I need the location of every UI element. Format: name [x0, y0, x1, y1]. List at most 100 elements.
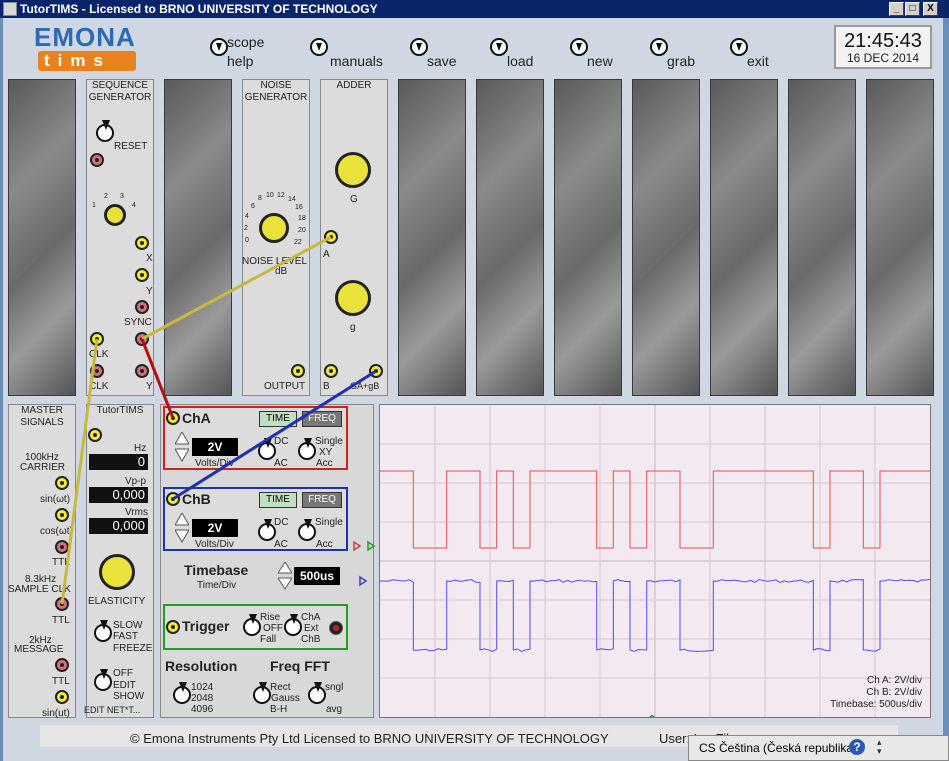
carrier-ttl-label: TTL: [52, 557, 70, 568]
cha-time-tab[interactable]: TIME: [259, 411, 297, 427]
trigger-fall-label: Fall: [260, 634, 277, 645]
langbar-options-icon[interactable]: ▴ ▾: [877, 738, 885, 756]
sequence-length-knob[interactable]: [104, 204, 126, 226]
maximize-button[interactable]: □: [905, 2, 920, 16]
noise-dial-14: 14: [288, 196, 296, 203]
cha-freq-tab[interactable]: FREQ: [302, 411, 342, 427]
fft-label: Freq FFT: [270, 658, 330, 674]
message-sin-socket[interactable]: [55, 690, 69, 704]
fft-gauss-label: Gauss: [271, 693, 300, 704]
carrier-cos-socket[interactable]: [55, 508, 69, 522]
editnet-label: EDIT NET*T...: [84, 705, 141, 715]
seq-sync-socket[interactable]: [135, 332, 149, 346]
timebase-updown-icon[interactable]: [278, 562, 292, 590]
noise-dial-10: 10: [266, 192, 274, 199]
cha-voltsdiv-label: Volts/Div: [195, 458, 234, 469]
trigger-edge-switch[interactable]: [243, 614, 261, 636]
scope-display[interactable]: Ch A: 2V/div Ch B: 2V/div Timebase: 500u…: [379, 404, 931, 718]
trigger-led: [329, 621, 343, 635]
language-bar[interactable]: CS Čeština (Česká republika) ? ▴ ▾: [688, 735, 949, 761]
seq-dial-4: 4: [132, 202, 136, 209]
empty-slot: [8, 79, 76, 396]
chb-freq-tab[interactable]: FREQ: [302, 492, 342, 508]
close-button[interactable]: X: [923, 2, 938, 16]
help-icon[interactable]: ?: [849, 739, 865, 755]
timebase-display: 500us: [294, 567, 340, 585]
master-title1: MASTER: [21, 405, 63, 416]
cha-volts-updown-icon[interactable]: [175, 432, 189, 470]
save-button[interactable]: [410, 38, 428, 56]
elasticity-knob[interactable]: [99, 554, 135, 590]
reset-switch[interactable]: [96, 120, 114, 142]
noise-output-socket[interactable]: [291, 364, 305, 378]
load-button[interactable]: [490, 38, 508, 56]
chb-acc-label: Acc: [316, 539, 333, 550]
resolution-switch[interactable]: [173, 682, 191, 704]
clock-time: 21:45:43: [844, 30, 922, 52]
empty-slot: [164, 79, 232, 396]
chb-single-label: Single: [315, 517, 343, 528]
chb-volts-updown-icon[interactable]: [175, 513, 189, 551]
seq-clk-in-socket[interactable]: [90, 364, 104, 378]
vrms-readout: 0,000: [89, 518, 148, 534]
save-label: save: [427, 53, 457, 69]
chb-ac-label: AC: [274, 539, 288, 550]
grab-button[interactable]: [650, 38, 668, 56]
adder-g-label: g: [350, 322, 356, 333]
emona-logo: EMONA tims: [34, 22, 136, 71]
scope-button[interactable]: [210, 38, 228, 56]
noise-level-knob[interactable]: [259, 213, 289, 243]
carrier-cos-label: cos(ωt): [40, 526, 73, 537]
sample-ttl-socket[interactable]: [55, 597, 69, 611]
clock-display: 21:45:43 16 DEC 2014: [834, 25, 932, 69]
cha-acc-label: Acc: [316, 458, 333, 469]
exit-button[interactable]: [730, 38, 748, 56]
trigger-ext-label: Ext: [304, 623, 319, 634]
chb-input-socket[interactable]: [166, 492, 180, 506]
cha-mode-switch[interactable]: [298, 438, 316, 460]
seq-y-socket[interactable]: [135, 268, 149, 282]
noise-dial-6: 6: [251, 203, 255, 210]
resolution-2048: 2048: [191, 693, 214, 704]
edit-switch[interactable]: [94, 669, 112, 691]
trigger-off-label: OFF: [263, 623, 283, 634]
trigger-chb-label: ChB: [301, 634, 321, 645]
carrier-sin-socket[interactable]: [55, 476, 69, 490]
seqgen-title1: SEQUENCE: [91, 80, 149, 91]
clock-date: 16 DEC 2014: [846, 51, 920, 65]
cha-input-socket[interactable]: [166, 411, 180, 425]
chb-time-tab[interactable]: TIME: [259, 492, 297, 508]
trigger-source-switch[interactable]: [284, 614, 302, 636]
speed-switch[interactable]: [94, 620, 112, 642]
trigger-input-socket[interactable]: [166, 620, 180, 634]
timebase-label: Timebase: [184, 562, 249, 578]
adder-A-socket[interactable]: [324, 230, 338, 244]
cha-marker-icon: [353, 540, 362, 552]
seq-sync-in-socket[interactable]: [135, 300, 149, 314]
master-title2: SIGNALS: [20, 417, 64, 428]
manuals-button[interactable]: [310, 38, 328, 56]
tutortims-input-socket[interactable]: [88, 428, 102, 442]
fft-window-switch[interactable]: [253, 682, 271, 704]
seq-x-socket[interactable]: [135, 236, 149, 250]
seq-y2-socket[interactable]: [135, 364, 149, 378]
adder-G-knob[interactable]: [335, 152, 371, 188]
fast-label: FAST: [113, 631, 139, 642]
minimize-button[interactable]: _: [889, 2, 904, 16]
adder-out-socket[interactable]: [369, 364, 383, 378]
noise-dial-8: 8: [258, 195, 262, 202]
fft-avg-switch[interactable]: [308, 682, 326, 704]
seq-clk-socket[interactable]: [90, 332, 104, 346]
new-button[interactable]: [570, 38, 588, 56]
adder-g-knob[interactable]: [335, 280, 371, 316]
message-ttl-socket[interactable]: [55, 658, 69, 672]
carrier-ttl-socket[interactable]: [55, 540, 69, 554]
adder-B-socket[interactable]: [324, 364, 338, 378]
chb-volts-display: 2V: [192, 519, 238, 537]
adder-G-label: G: [350, 194, 358, 205]
reset-socket[interactable]: [90, 153, 104, 167]
chb-mode-switch[interactable]: [298, 519, 316, 541]
help-label[interactable]: help: [227, 53, 253, 69]
elasticity-label: ELASTICITY: [88, 596, 146, 607]
sample-ttl-label: TTL: [52, 615, 70, 626]
